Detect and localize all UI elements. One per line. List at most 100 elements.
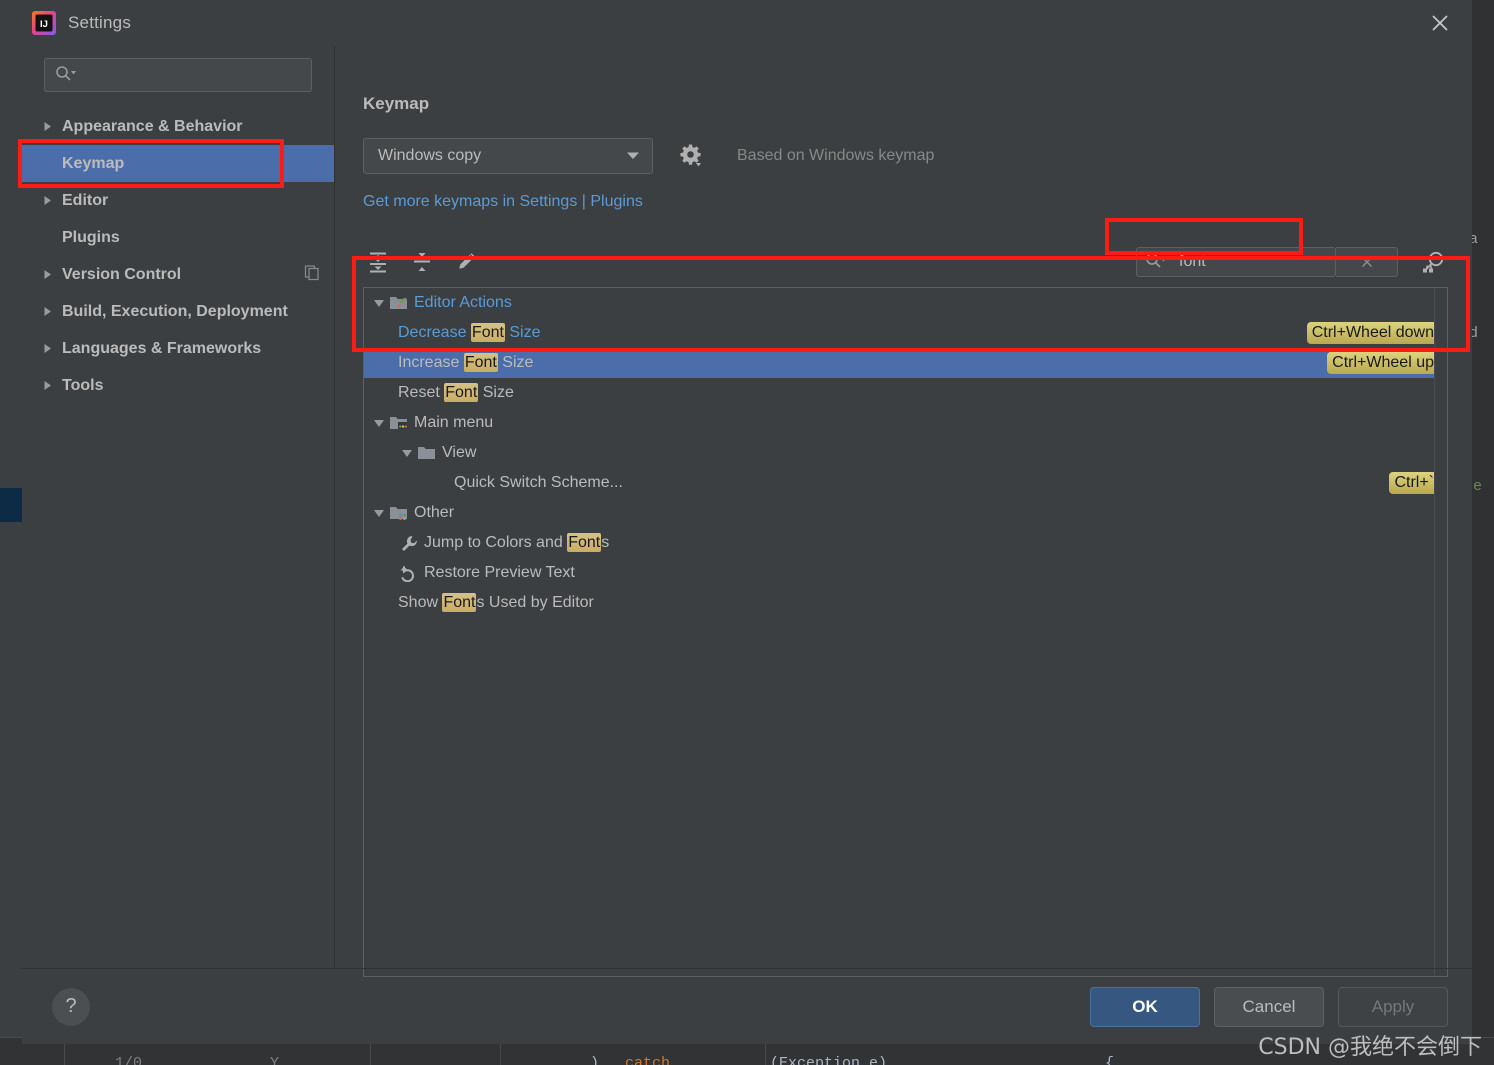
dialog-footer: ? OK Cancel Apply: [22, 968, 1472, 1044]
other-folder-icon: [388, 504, 410, 522]
sidebar-item-label: Appearance & Behavior: [62, 117, 243, 135]
shortcut-badge: Ctrl+Wheel down: [1306, 322, 1439, 344]
tree-row[interactable]: Show Fonts Used by Editor: [364, 588, 1447, 618]
shortcut-badge: Ctrl+`: [1389, 472, 1439, 494]
keymap-select[interactable]: Windows copy: [363, 138, 653, 174]
collapse-all-icon[interactable]: [407, 247, 437, 277]
background-token-6: (Exception e): [770, 1055, 888, 1065]
chevron-right-icon[interactable]: [40, 343, 56, 354]
undo-arrow-icon: [398, 564, 420, 582]
settings-search-input[interactable]: [44, 58, 312, 92]
background-left-highlight: [0, 488, 22, 522]
copy-icon[interactable]: [304, 264, 320, 285]
footer-button-group: OK Cancel Apply: [1090, 986, 1448, 1027]
tree-row[interactable]: Increase Font Size Ctrl+Wheel up: [364, 348, 1447, 378]
background-token-4: ): [590, 1055, 600, 1065]
get-more-keymaps-link[interactable]: Get more keymaps in Settings | Plugins: [363, 193, 643, 211]
keymap-actions-tree[interactable]: Editor Actions Decrease Font Size Ctrl+W…: [363, 287, 1448, 977]
chevron-right-icon[interactable]: [40, 306, 56, 317]
sidebar-item-appearance-behavior[interactable]: Appearance & Behavior: [22, 108, 334, 145]
tree-row[interactable]: Restore Preview Text: [364, 558, 1447, 588]
tree-row-label: Reset Font Size: [398, 383, 514, 402]
tree-row-label: Quick Switch Scheme...: [454, 474, 623, 491]
sidebar-item-label: Languages & Frameworks: [62, 339, 262, 357]
sidebar-item-editor[interactable]: Editor: [22, 182, 334, 219]
tree-row-label: Increase Font Size: [398, 353, 534, 372]
find-by-shortcut-icon[interactable]: [1420, 249, 1448, 275]
sidebar-item-label: Keymap: [62, 154, 125, 172]
sidebar-item-label: Plugins: [62, 228, 120, 246]
tree-row-label: Editor Actions: [414, 294, 512, 311]
keymap-tree-toolbar: font: [363, 241, 1448, 283]
chevron-down-icon[interactable]: [370, 509, 388, 518]
tree-row[interactable]: View: [364, 438, 1447, 468]
sidebar-item-label: Build, Execution, Deployment: [62, 302, 288, 320]
apply-button: Apply: [1338, 986, 1448, 1027]
tree-row[interactable]: Decrease Font Size Ctrl+Wheel down: [364, 318, 1447, 348]
cancel-button[interactable]: Cancel: [1214, 986, 1324, 1027]
editor-actions-folder-icon: [388, 294, 410, 312]
sidebar-item-label: Version Control: [62, 265, 182, 283]
tree-row[interactable]: Jump to Colors and Fonts: [364, 528, 1447, 558]
keymap-settings-pane: Keymap Windows copy Based on Windows key…: [335, 46, 1472, 977]
clear-x-icon[interactable]: [1336, 247, 1398, 277]
search-match-highlight: Font: [442, 593, 477, 612]
svg-text:IJ: IJ: [40, 19, 48, 30]
tree-row[interactable]: Main menu: [364, 408, 1447, 438]
keymap-select-value: Windows copy: [378, 147, 482, 164]
sidebar-item-build-execution-deployment[interactable]: Build, Execution, Deployment: [22, 293, 334, 330]
search-input[interactable]: font: [1136, 247, 1336, 277]
sidebar-item-list: Appearance & Behavior Keymap Editor Plug…: [22, 108, 334, 404]
settings-sidebar: Appearance & Behavior Keymap Editor Plug…: [22, 46, 335, 968]
sidebar-item-label: Tools: [62, 376, 104, 394]
tree-row[interactable]: Other: [364, 498, 1447, 528]
tree-row-label: Jump to Colors and Fonts: [424, 533, 610, 552]
search-icon: [55, 65, 77, 86]
background-token-1: 1/0: [115, 1055, 143, 1065]
chevron-right-icon[interactable]: [40, 195, 56, 206]
tree-row-label: Other: [414, 504, 455, 521]
chevron-right-icon[interactable]: [40, 269, 56, 280]
expand-all-icon[interactable]: [363, 247, 393, 277]
sidebar-item-languages-frameworks[interactable]: Languages & Frameworks: [22, 330, 334, 367]
intellij-idea-logo-icon: IJ: [32, 11, 56, 35]
based-on-keymap-label: Based on Windows keymap: [737, 147, 935, 164]
tree-row-label: Restore Preview Text: [424, 564, 575, 581]
chevron-down-icon[interactable]: [370, 419, 388, 428]
chevron-right-icon[interactable]: [40, 121, 56, 132]
close-icon[interactable]: [1412, 0, 1468, 46]
folder-icon: [416, 444, 438, 462]
tree-row[interactable]: Editor Actions: [364, 288, 1447, 318]
background-token-2: Y: [270, 1055, 280, 1065]
pencil-edit-icon[interactable]: [451, 247, 481, 277]
wrench-icon: [398, 534, 420, 552]
tree-row-label: Main menu: [414, 414, 494, 431]
sidebar-item-plugins[interactable]: Plugins: [22, 219, 334, 256]
page-title: Settings: [68, 13, 132, 32]
chevron-down-icon[interactable]: [398, 449, 416, 458]
tree-scrollbar[interactable]: [1434, 288, 1447, 976]
tree-row[interactable]: Quick Switch Scheme... Ctrl+`: [364, 468, 1447, 498]
ok-button[interactable]: OK: [1090, 986, 1200, 1027]
search-match-highlight: Font: [470, 323, 505, 342]
sidebar-item-version-control[interactable]: Version Control: [22, 256, 334, 293]
search-match-highlight: Font: [567, 533, 602, 552]
shortcut-badge: Ctrl+Wheel up: [1327, 352, 1439, 374]
sidebar-item-keymap[interactable]: Keymap: [22, 145, 334, 182]
background-token-5: catch: [625, 1055, 671, 1065]
main-menu-folder-icon: [388, 414, 410, 432]
section-heading: Keymap: [363, 94, 430, 113]
background-left-toolwindow-strip: [0, 0, 22, 1065]
chevron-right-icon[interactable]: [40, 380, 56, 391]
search-input-value: font: [1179, 253, 1206, 270]
chevron-down-icon[interactable]: [370, 299, 388, 308]
help-button[interactable]: ?: [52, 987, 90, 1026]
settings-search-wrapper: [22, 58, 334, 92]
gear-icon[interactable]: [677, 143, 703, 169]
settings-dialog: IJ Settings Appearance & Behavior Keymap…: [22, 0, 1472, 1044]
tree-row-label: Show Fonts Used by Editor: [398, 593, 594, 612]
sidebar-item-tools[interactable]: Tools: [22, 367, 334, 404]
search-match-highlight: Font: [463, 353, 498, 372]
tree-row[interactable]: Reset Font Size: [364, 378, 1447, 408]
search-icon: [1145, 252, 1167, 273]
